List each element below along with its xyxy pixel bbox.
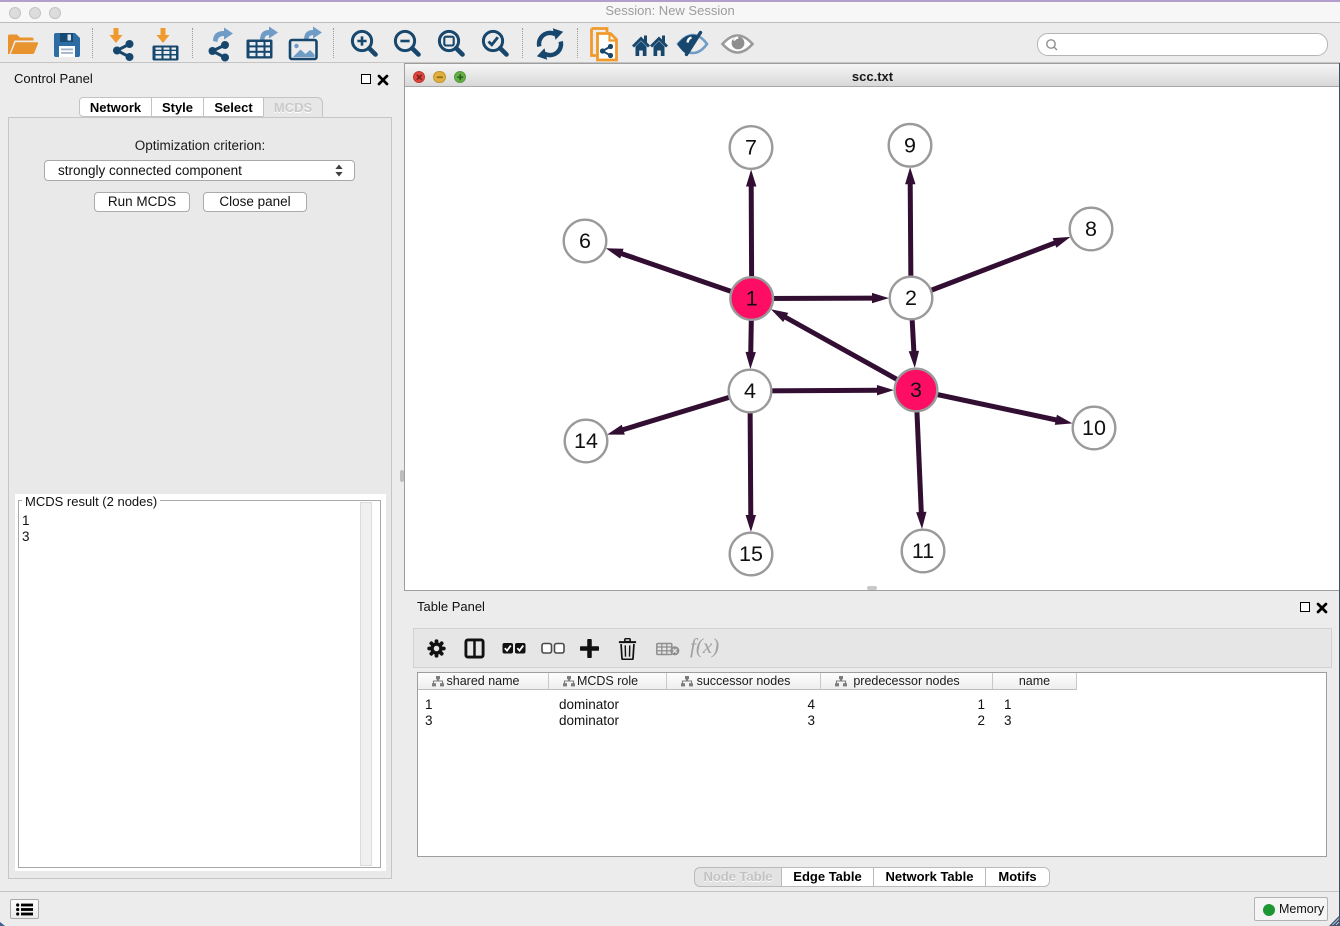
svg-text:14: 14 [574,429,598,453]
svg-text:11: 11 [912,539,934,563]
svg-text:6: 6 [579,229,591,253]
svg-text:9: 9 [904,133,916,157]
svg-text:8: 8 [1085,217,1097,241]
svg-text:2: 2 [905,286,917,310]
svg-text:10: 10 [1082,416,1106,440]
svg-text:15: 15 [739,542,763,566]
svg-text:1: 1 [746,287,758,311]
svg-text:7: 7 [745,136,757,160]
svg-text:3: 3 [910,378,922,402]
svg-text:4: 4 [744,379,756,403]
